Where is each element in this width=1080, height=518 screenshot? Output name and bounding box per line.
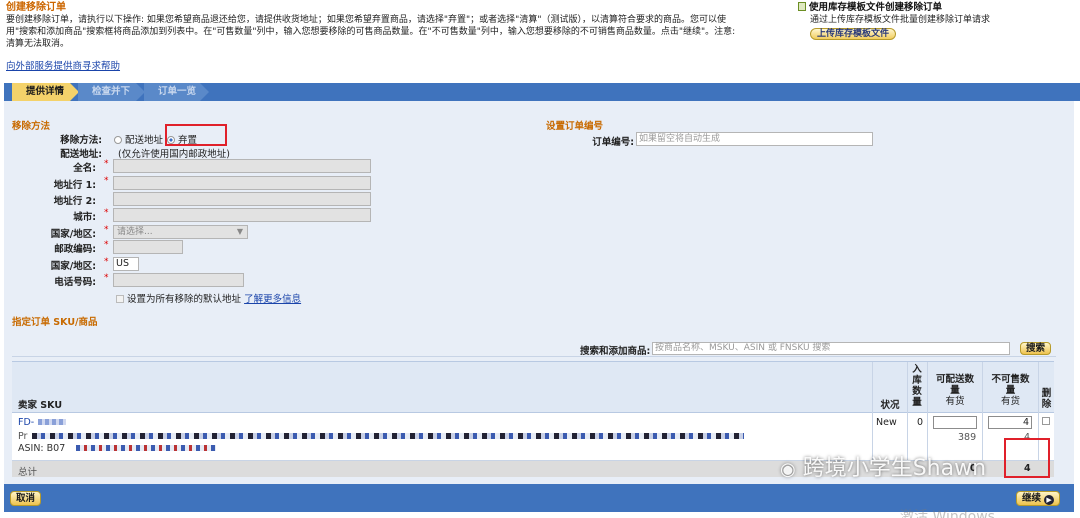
intro-section: 创建移除订单 要创建移除订单，请执行以下操作: 如果您希望商品退还给您，请提供收…: [6, 2, 786, 72]
removal-section-title: 移除方法: [12, 121, 51, 132]
product-title: Pr: [18, 431, 28, 442]
sku-link[interactable]: FD-: [18, 417, 34, 428]
order-section-title: 设置订单编号: [546, 121, 604, 132]
col-sellable: 可配送数 量 有货: [935, 374, 974, 407]
spreadsheet-icon: [798, 2, 806, 11]
continue-button[interactable]: 继续 ▶: [1016, 491, 1061, 506]
address-label: 配送地址:: [60, 149, 102, 160]
intro-desc-line3: 清算无法取消。: [6, 39, 70, 49]
sellable-stock: 389: [958, 432, 977, 443]
highlight-box: [165, 124, 227, 146]
addr1-label: 地址行 1:: [53, 180, 96, 191]
order-number-label: 订单编号:: [592, 137, 634, 148]
template-desc: 通过上传库存模板文件批量创建移除订单请求: [810, 15, 991, 25]
col-delete: 删 除: [1041, 388, 1052, 410]
default-address-row: 设置为所有移除的默认地址 了解更多信息: [116, 291, 301, 305]
required-mark: *: [104, 208, 109, 218]
addr2-label: 地址行 2:: [53, 196, 96, 207]
step-review-order: 检查并下单: [78, 83, 145, 115]
zip-label: 邮政编码:: [54, 244, 96, 255]
template-title: 使用库存模板文件创建移除订单: [809, 2, 943, 13]
removal-method-label: 移除方法:: [60, 135, 102, 146]
table-header: 卖家 SKU 状况 入 库 数 量 可配送数 量 有货 不可售数 量 有货 删 …: [12, 361, 1054, 414]
country-select[interactable]: 请选择... ▼: [113, 225, 248, 239]
template-upload-box: 使用库存模板文件创建移除订单 通过上传库存模板文件批量创建移除订单请求 上传库存…: [798, 2, 1078, 40]
search-input[interactable]: 按商品名称、MSKU、ASIN 或 FNSKU 搜索: [652, 342, 1010, 355]
learn-more-link[interactable]: 了解更多信息: [244, 294, 301, 305]
upload-template-button[interactable]: 上传库存模板文件: [810, 28, 897, 40]
inbound-value: 0: [917, 417, 924, 428]
wechat-icon: ◉: [780, 459, 796, 480]
condition-value: New: [876, 417, 897, 428]
zip-input[interactable]: [113, 240, 183, 254]
page-title: 创建移除订单: [6, 2, 66, 13]
redacted-text: [38, 419, 66, 425]
arrow-right-icon: ▶: [1044, 495, 1055, 505]
required-mark: *: [104, 176, 109, 186]
unsellable-qty-input[interactable]: 4: [988, 416, 1032, 429]
phone-label: 电话号码:: [54, 277, 96, 288]
search-label: 搜索和添加商品:: [580, 346, 651, 357]
search-button[interactable]: 搜索: [1020, 342, 1052, 355]
step-order-summary: 订单一览: [144, 83, 209, 101]
intro-desc-line2: 用"搜索和添加商品"搜索框将商品添加到列表中。在"可售数量"列中，输入您想要移除…: [6, 27, 736, 37]
col-inbound: 入 库 数 量: [912, 364, 922, 408]
help-link[interactable]: 向外部服务提供商寻求帮助: [6, 58, 786, 72]
country2-input[interactable]: US: [113, 257, 139, 271]
city-label: 城市:: [73, 212, 96, 223]
redacted-text: [76, 445, 216, 451]
col-condition: 状况: [880, 400, 900, 411]
required-mark: *: [104, 240, 109, 250]
step-provide-details: 提供详情: [12, 83, 79, 101]
chevron-down-icon: ▼: [236, 227, 243, 236]
required-mark: *: [104, 225, 109, 235]
cancel-button[interactable]: 取消: [10, 491, 42, 506]
default-address-checkbox[interactable]: [116, 295, 124, 303]
city-input[interactable]: [113, 208, 371, 222]
windows-watermark: 激活 Windows: [900, 509, 995, 518]
required-mark: *: [104, 257, 109, 267]
redacted-text: [32, 433, 744, 439]
col-unsellable: 不可售数 量 有货: [991, 374, 1030, 407]
total-label: 总计: [18, 467, 38, 478]
addr1-input[interactable]: [113, 176, 371, 190]
sellable-qty-input[interactable]: [933, 416, 977, 429]
country-label: 国家/地区:: [50, 229, 96, 240]
option-ship-address[interactable]: 配送地址: [114, 132, 163, 146]
wechat-watermark: ◉ 跨境小学生Shawn: [780, 456, 987, 481]
asin-text: ASIN: B07: [18, 443, 66, 454]
radio-icon[interactable]: [114, 136, 122, 144]
highlight-box: [1004, 438, 1050, 478]
addr2-input[interactable]: [113, 192, 371, 206]
phone-input[interactable]: [113, 273, 244, 287]
sku-section-title: 指定订单 SKU/商品: [12, 317, 98, 328]
delete-checkbox[interactable]: [1042, 417, 1050, 425]
required-mark: *: [104, 273, 109, 283]
step-bar: 提供详情 检查并下单 订单一览: [4, 83, 1080, 115]
address-note: (仅允许使用国内邮政地址): [118, 149, 230, 160]
order-number-input[interactable]: 如果留空将自动生成: [636, 132, 873, 146]
col-sku: 卖家 SKU: [18, 400, 63, 411]
full-name-input[interactable]: [113, 159, 371, 173]
country2-label: 国家/地区:: [50, 261, 96, 272]
full-name-label: 全名:: [73, 163, 96, 174]
required-mark: *: [104, 159, 109, 169]
intro-desc-line1: 要创建移除订单，请执行以下操作: 如果您希望商品退还给您，请提供收货地址；如果您…: [6, 15, 726, 25]
